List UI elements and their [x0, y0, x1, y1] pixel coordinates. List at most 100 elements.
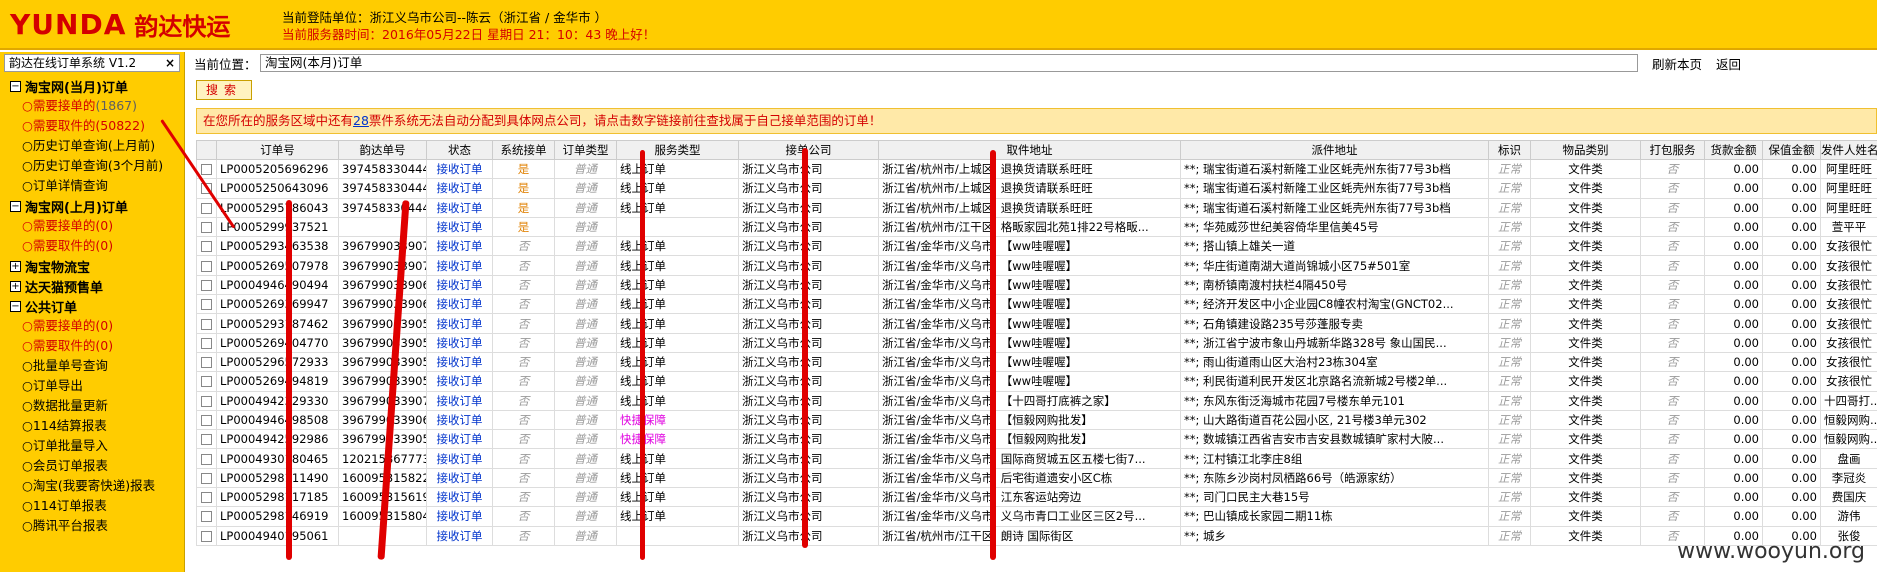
refresh-button[interactable]: 刷新本页	[1652, 54, 1702, 73]
sidebar-item[interactable]: ○需要接单的(1867)	[0, 96, 184, 116]
row-checkbox[interactable]	[201, 376, 212, 388]
row-checkbox[interactable]	[201, 299, 212, 311]
row-checkbox[interactable]	[201, 415, 212, 426]
sidebar-item-label: 历史订单查询(3个月前)	[32, 158, 164, 173]
row-checkbox[interactable]	[201, 337, 212, 349]
accept-order-link[interactable]: 接收订单	[426, 448, 493, 469]
table-row[interactable]: LP00052693699473967990339062接收订单否普通线上订单浙…	[196, 294, 1877, 315]
table-row[interactable]: LP00049423293303967990339076接收订单否普通线上订单浙…	[196, 390, 1877, 411]
sidebar-item[interactable]: ○批量单号查询	[0, 356, 184, 376]
collapse-icon[interactable]: −	[10, 300, 21, 312]
sidebar-item[interactable]: ○历史订单查询(上月前)	[0, 136, 184, 156]
sidebar-group[interactable]: − 公共订单	[0, 296, 184, 316]
table-cell: 0.00	[1704, 294, 1763, 315]
unassigned-count-link[interactable]: 28	[353, 113, 369, 128]
row-checkbox[interactable]	[201, 530, 212, 542]
row-checkbox[interactable]	[201, 453, 212, 465]
row-checkbox[interactable]	[201, 222, 212, 234]
accept-order-link[interactable]: 接收订单	[426, 525, 493, 546]
row-checkbox[interactable]	[201, 164, 212, 176]
sidebar-item[interactable]: ○需要接单的(0)	[0, 316, 184, 336]
table-row[interactable]: LP00052931874623967990339058接收订单否普通线上订单浙…	[196, 313, 1877, 334]
sidebar-item[interactable]: ○需要取件的(50822)	[0, 116, 184, 136]
row-checkbox[interactable]	[201, 202, 212, 214]
sidebar-item[interactable]: ○腾讯平台报表	[0, 516, 184, 536]
sidebar-item[interactable]: ○需要接单的(0)	[0, 216, 184, 236]
column-header: 发件人姓名	[1820, 140, 1877, 160]
sidebar-group[interactable]: + 淘宝物流宝	[0, 256, 184, 276]
sidebar-item[interactable]: ○历史订单查询(3个月前)	[0, 156, 184, 176]
row-checkbox[interactable]	[201, 434, 212, 446]
sidebar-item-label: 订单导出	[32, 378, 83, 393]
accept-order-link[interactable]: 接收订单	[426, 351, 493, 373]
table-row[interactable]: LP00052957860433974583304442接收订单是普通线上订单浙…	[196, 197, 1877, 218]
accept-order-link[interactable]: 接收订单	[426, 506, 493, 527]
close-icon[interactable]: ×	[165, 55, 175, 71]
accept-order-link[interactable]: 接收订单	[426, 332, 493, 353]
row-checkbox[interactable]	[201, 395, 212, 407]
accept-order-link[interactable]: 接收订单	[426, 274, 493, 296]
sidebar-item[interactable]: ○淘宝(我要寄快递)报表	[0, 476, 184, 496]
expand-icon[interactable]: +	[10, 260, 21, 272]
table-row[interactable]: LP00049301804651202158677737接收订单否普通线上订单浙…	[196, 448, 1877, 469]
table-row[interactable]: LP00052694948193967990339053接收订单否普通线上订单浙…	[196, 371, 1877, 392]
table-cell: 女孩很忙	[1820, 255, 1877, 276]
table-row[interactable]: LP00052981171851600953156199接收订单否普通线上订单浙…	[196, 487, 1877, 508]
sidebar-group[interactable]: − 淘宝网(上月)订单	[0, 196, 184, 216]
accept-order-link[interactable]: 接收订单	[426, 178, 493, 199]
row-checkbox[interactable]	[201, 241, 212, 253]
sidebar-item[interactable]: ○114订单报表	[0, 496, 184, 516]
table-row[interactable]: LP00052981469191600953158044接收订单否普通线上订单浙…	[196, 506, 1877, 527]
sidebar-item[interactable]: ○数据批量更新	[0, 396, 184, 416]
sidebar-item[interactable]: ○订单批量导入	[0, 436, 184, 456]
table-row[interactable]: LP0004940195061 接收订单否普通 浙江义乌市公司 浙江省/杭州市/江干区…	[196, 525, 1877, 546]
accept-order-link[interactable]: 接收订单	[426, 216, 493, 238]
search-button[interactable]: 搜索	[196, 80, 252, 100]
sidebar-group[interactable]: + 达天猫预售单	[0, 276, 184, 296]
table-row[interactable]: LP00052965729333967990339055接收订单否普通线上订单浙…	[196, 351, 1877, 373]
table-row[interactable]: LP00052056962963974583304442接收订单是普通线上订单浙…	[196, 158, 1877, 180]
table-row[interactable]: LP00052981114901600953158228接收订单否普通线上订单浙…	[196, 467, 1877, 489]
back-button[interactable]: 返回	[1716, 54, 1741, 73]
table-row[interactable]: LP00052506430963974583304442接收订单是普通线上订单浙…	[196, 178, 1877, 199]
row-checkbox[interactable]	[201, 511, 212, 523]
accept-order-link[interactable]: 接收订单	[426, 255, 493, 276]
table-row[interactable]: LP00052694047703967990339057接收订单否普通线上订单浙…	[196, 332, 1877, 353]
sidebar-item[interactable]: ○订单详情查询	[0, 176, 184, 196]
accept-order-link[interactable]: 接收订单	[426, 371, 493, 392]
table-row[interactable]: LP00052934635383967990339073接收订单否普通线上订单浙…	[196, 236, 1877, 257]
table-row[interactable]: LP00049425929863967990339059接收订单否普通快捷保障浙…	[196, 429, 1877, 450]
accept-order-link[interactable]: 接收订单	[426, 409, 493, 431]
row-checkbox[interactable]	[201, 318, 212, 330]
table-cell: 3967990339077	[338, 255, 427, 276]
accept-order-link[interactable]: 接收订单	[426, 236, 493, 257]
expand-icon[interactable]: +	[10, 280, 21, 292]
table-row[interactable]: LP00052695079783967990339077接收订单否普通线上订单浙…	[196, 255, 1877, 276]
collapse-icon[interactable]: −	[10, 80, 21, 92]
row-checkbox[interactable]	[201, 492, 212, 504]
table-cell: 0.00	[1704, 274, 1763, 296]
sidebar-item[interactable]: ○订单导出	[0, 376, 184, 396]
sidebar-item[interactable]: ○需要取件的(0)	[0, 236, 184, 256]
accept-order-link[interactable]: 接收订单	[426, 294, 493, 315]
accept-order-link[interactable]: 接收订单	[426, 390, 493, 411]
accept-order-link[interactable]: 接收订单	[426, 487, 493, 508]
row-checkbox[interactable]	[201, 357, 212, 369]
row-checkbox[interactable]	[201, 279, 212, 291]
accept-order-link[interactable]: 接收订单	[426, 467, 493, 489]
accept-order-link[interactable]: 接收订单	[426, 197, 493, 218]
table-cell: 0.00	[1762, 409, 1821, 431]
accept-order-link[interactable]: 接收订单	[426, 158, 493, 180]
accept-order-link[interactable]: 接收订单	[426, 429, 493, 450]
sidebar-item[interactable]: ○需要取件的(0)	[0, 336, 184, 356]
sidebar-group[interactable]: − 淘宝网(当月)订单	[0, 76, 184, 96]
table-row[interactable]: LP00049464985083967990339066接收订单否普通快捷保障浙…	[196, 409, 1877, 431]
table-row[interactable]: LP00049464904943967990339065接收订单否普通线上订单浙…	[196, 274, 1877, 296]
collapse-icon[interactable]: −	[10, 200, 21, 212]
row-checkbox[interactable]	[201, 260, 212, 272]
row-checkbox[interactable]	[201, 472, 212, 484]
sidebar-item[interactable]: ○114结算报表	[0, 416, 184, 436]
table-row[interactable]: LP0005299937521 接收订单是普通 浙江义乌市公司 浙江省/杭州市/江干区…	[196, 216, 1877, 238]
accept-order-link[interactable]: 接收订单	[426, 313, 493, 334]
sidebar-item[interactable]: ○会员订单报表	[0, 456, 184, 476]
